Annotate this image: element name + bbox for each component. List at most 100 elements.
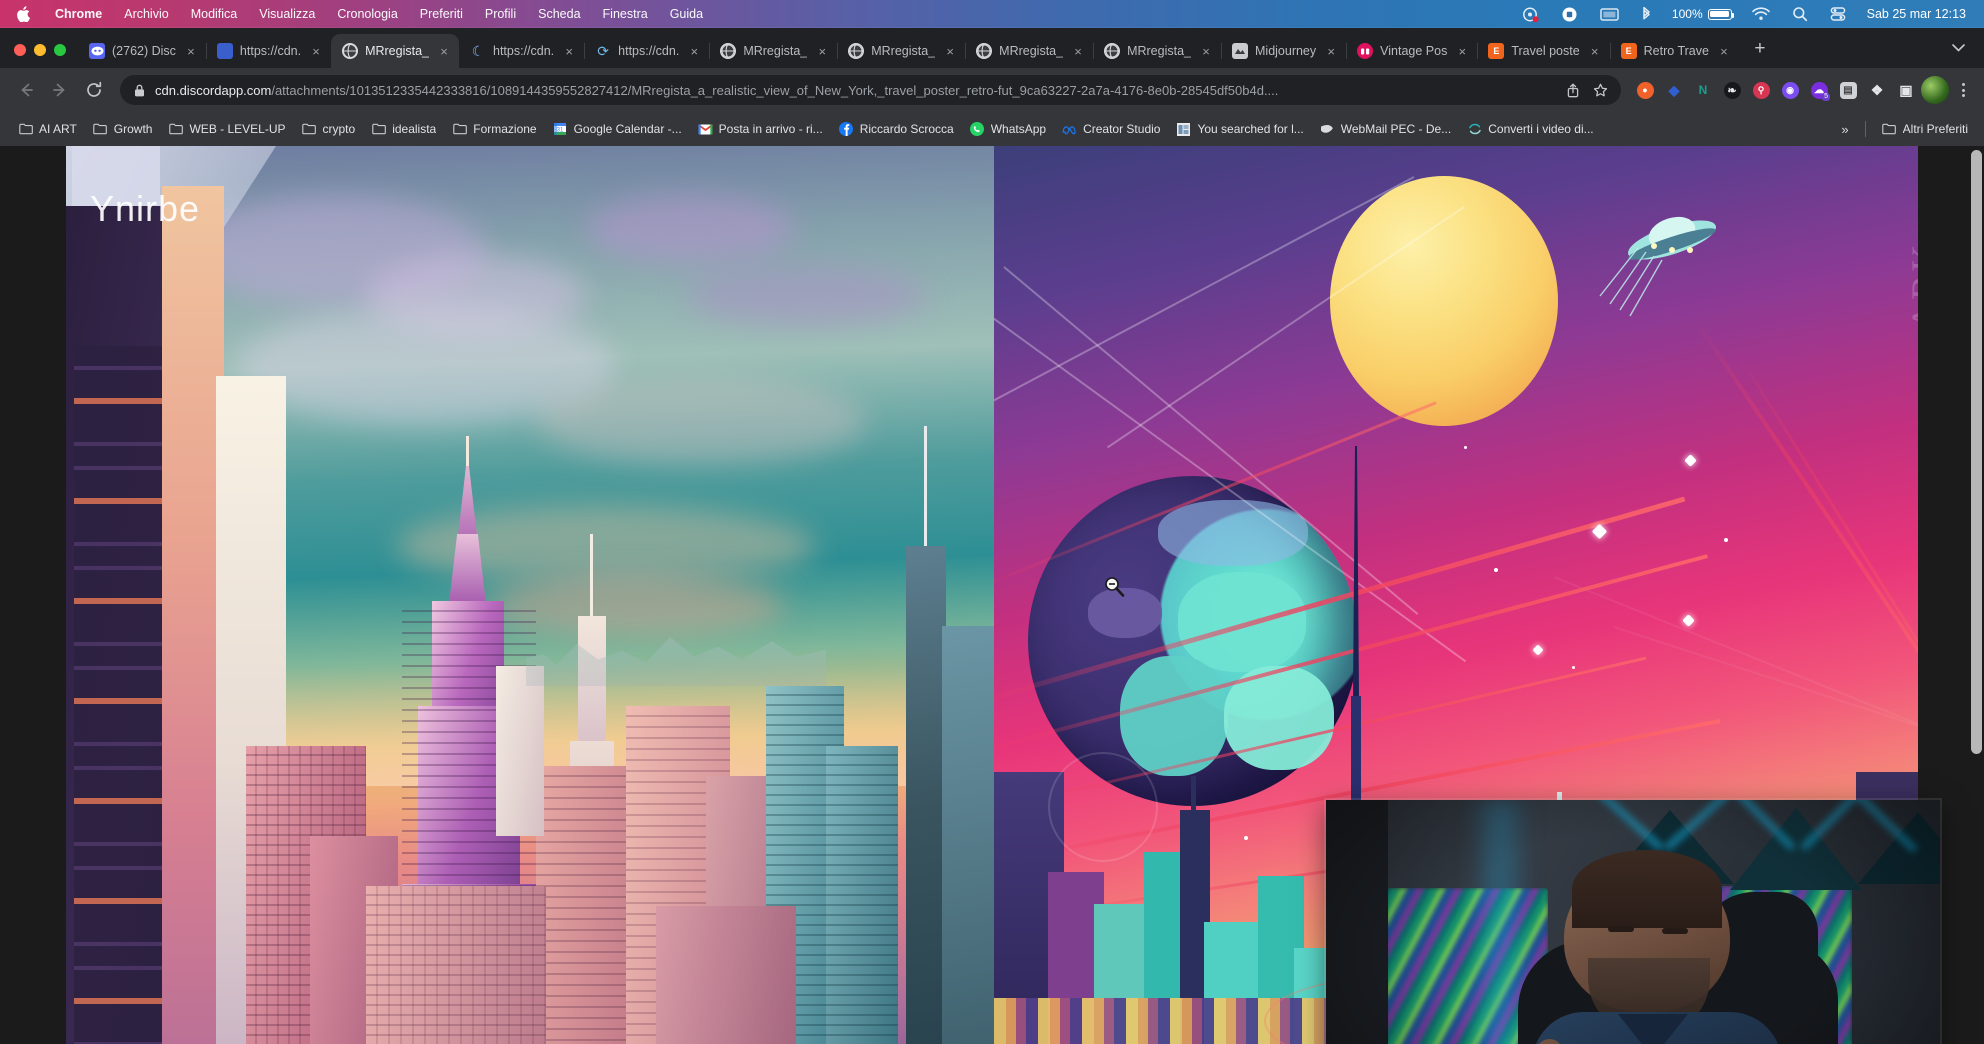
forward-arrow-icon[interactable] <box>44 74 76 106</box>
tab-mrregista-active[interactable]: MRregista_ × <box>331 34 459 68</box>
tab-cdn-3[interactable]: ⟳ https://cdn. × <box>584 34 709 68</box>
bookmark-label: WebMail PEC - De... <box>1341 122 1451 136</box>
menu-item-cronologia[interactable]: Cronologia <box>326 7 408 21</box>
tab-close-button[interactable]: × <box>308 43 324 59</box>
tab-title: https://cdn. <box>493 44 554 58</box>
bluetooth-icon[interactable] <box>1630 0 1663 28</box>
bookmark-you-searched-for[interactable]: You searched for l... <box>1168 118 1311 141</box>
tab-mrregista-2[interactable]: MRregista_ × <box>709 34 837 68</box>
tab-close-button[interactable]: × <box>814 43 830 59</box>
tab-close-button[interactable]: × <box>436 43 452 59</box>
menu-item-modifica[interactable]: Modifica <box>180 7 249 21</box>
menu-item-finestra[interactable]: Finestra <box>592 7 659 21</box>
macos-menu-bar: Chrome Archivio Modifica Visualizza Cron… <box>0 0 1984 28</box>
bookmarks-overflow-button[interactable]: » <box>1833 118 1856 141</box>
menu-item-guida[interactable]: Guida <box>659 7 714 21</box>
bookmark-google-calendar[interactable]: 31 Google Calendar -... <box>545 118 690 141</box>
tab-mrregista-3[interactable]: MRregista_ × <box>837 34 965 68</box>
tab-title: Retro Trave <box>1644 44 1709 58</box>
wifi-icon[interactable] <box>1741 0 1781 28</box>
display-icon[interactable] <box>1589 0 1630 28</box>
bookmark-whatsapp[interactable]: WhatsApp <box>962 118 1054 141</box>
spotlight-search-icon[interactable] <box>1781 0 1819 28</box>
new-tab-button[interactable]: + <box>1745 34 1775 64</box>
tab-discord[interactable]: (2762) Disc × <box>78 34 206 68</box>
webcam-presenter-video[interactable] <box>1326 800 1940 1044</box>
puzzle-extensions-icon[interactable]: ❖ <box>1863 76 1891 104</box>
tab-mrregista-5[interactable]: MRregista_ × <box>1093 34 1221 68</box>
bookmark-web-level-up[interactable]: WEB - LEVEL-UP <box>160 118 293 141</box>
tab-vintage-poster[interactable]: Vintage Pos × <box>1346 34 1477 68</box>
tab-title: Travel poste <box>1511 44 1579 58</box>
apple-logo-icon[interactable] <box>0 6 44 22</box>
menu-item-archivio[interactable]: Archivio <box>113 7 179 21</box>
bookmark-other-folder[interactable]: Altri Preferiti <box>1874 118 1976 141</box>
battery-icon <box>1708 9 1732 20</box>
tab-close-button[interactable]: × <box>561 43 577 59</box>
battery-status[interactable]: 100% <box>1663 7 1741 21</box>
tab-close-button[interactable]: × <box>1716 43 1732 59</box>
tab-retro-travel[interactable]: E Retro Trave × <box>1610 34 1739 68</box>
tab-mrregista-4[interactable]: MRregista_ × <box>965 34 1093 68</box>
menu-item-profili[interactable]: Profili <box>474 7 527 21</box>
screen-record-icon[interactable] <box>1511 0 1550 28</box>
tab-close-button[interactable]: × <box>183 43 199 59</box>
sidebar-panel-icon[interactable]: ▣ <box>1892 76 1920 104</box>
scrollbar-thumb[interactable] <box>1971 150 1982 754</box>
menu-item-visualizza[interactable]: Visualizza <box>248 7 326 21</box>
grid-chart-icon[interactable]: ▤ <box>1834 76 1862 104</box>
control-center-icon[interactable] <box>1819 0 1857 28</box>
blue-diamond-icon[interactable]: ◆ <box>1660 76 1688 104</box>
close-window-button[interactable] <box>14 44 26 56</box>
tab-close-button[interactable]: × <box>686 43 702 59</box>
tab-cdn-2[interactable]: ☾ https://cdn. × <box>459 34 584 68</box>
tab-close-button[interactable]: × <box>1323 43 1339 59</box>
vertical-scrollbar[interactable] <box>1969 146 1984 1044</box>
tab-close-button[interactable]: × <box>942 43 958 59</box>
bookmark-idealista[interactable]: idealista <box>363 118 444 141</box>
chevron-down-icon[interactable] <box>1942 32 1974 64</box>
purple-eye-icon[interactable]: ◉ <box>1776 76 1804 104</box>
profile-avatar[interactable] <box>1921 76 1949 104</box>
menu-item-scheda[interactable]: Scheda <box>527 7 591 21</box>
globe-icon <box>848 43 864 59</box>
tab-close-button[interactable]: × <box>1070 43 1086 59</box>
share-icon[interactable] <box>1564 83 1582 98</box>
reload-icon[interactable] <box>78 74 110 106</box>
bookmark-growth[interactable]: Growth <box>85 118 161 141</box>
key-password-icon[interactable]: ⚲ <box>1747 76 1775 104</box>
firefox-send-icon[interactable]: ● <box>1631 76 1659 104</box>
svg-text:31: 31 <box>557 128 564 134</box>
address-bar[interactable]: cdn.discordapp.com/attachments/101351233… <box>120 75 1621 105</box>
nyc-retro-future-poster[interactable]: Ynirbe <box>66 146 994 1044</box>
zoom-window-button[interactable] <box>54 44 66 56</box>
bookmark-creator-studio[interactable]: Creator Studio <box>1054 118 1168 141</box>
bookmark-riccardo-scrocca[interactable]: Riccardo Scrocca <box>831 118 962 141</box>
tab-cdn-1[interactable]: https://cdn. × <box>206 34 331 68</box>
facebook-icon <box>839 122 854 137</box>
tab-close-button[interactable]: × <box>1587 43 1603 59</box>
tab-travel-poster[interactable]: E Travel poste × <box>1477 34 1609 68</box>
minimize-window-button[interactable] <box>34 44 46 56</box>
menu-item-preferiti[interactable]: Preferiti <box>409 7 474 21</box>
tab-midjourney[interactable]: Midjourney × <box>1221 34 1346 68</box>
menu-bar-clock[interactable]: Sab 25 mar 12:13 <box>1857 7 1972 21</box>
back-arrow-icon[interactable] <box>10 74 42 106</box>
bookmark-gmail-inbox[interactable]: Posta in arrivo - ri... <box>690 118 831 141</box>
star-icon[interactable] <box>1591 83 1609 98</box>
bookmark-formazione[interactable]: Formazione <box>444 118 544 141</box>
bookmark-webmail-pec[interactable]: WebMail PEC - De... <box>1312 118 1459 141</box>
battery-percent-label: 100% <box>1672 7 1703 21</box>
bookmark-ai-art[interactable]: AI ART <box>10 118 85 141</box>
tab-close-button[interactable]: × <box>1198 43 1214 59</box>
notion-icon[interactable]: N <box>1689 76 1717 104</box>
menu-app-name[interactable]: Chrome <box>44 7 113 21</box>
purple-cloud-icon[interactable]: ☁ 5 <box>1805 76 1833 104</box>
bookmark-converti-video[interactable]: Converti i video di... <box>1459 118 1601 141</box>
three-dot-menu-icon[interactable] <box>1950 76 1976 104</box>
record-stop-icon[interactable] <box>1550 0 1589 28</box>
bookmark-crypto[interactable]: crypto <box>294 118 364 141</box>
bitwarden-icon[interactable]: ❧ <box>1718 76 1746 104</box>
tab-close-button[interactable]: × <box>1454 43 1470 59</box>
etsy-icon: E <box>1621 43 1637 59</box>
